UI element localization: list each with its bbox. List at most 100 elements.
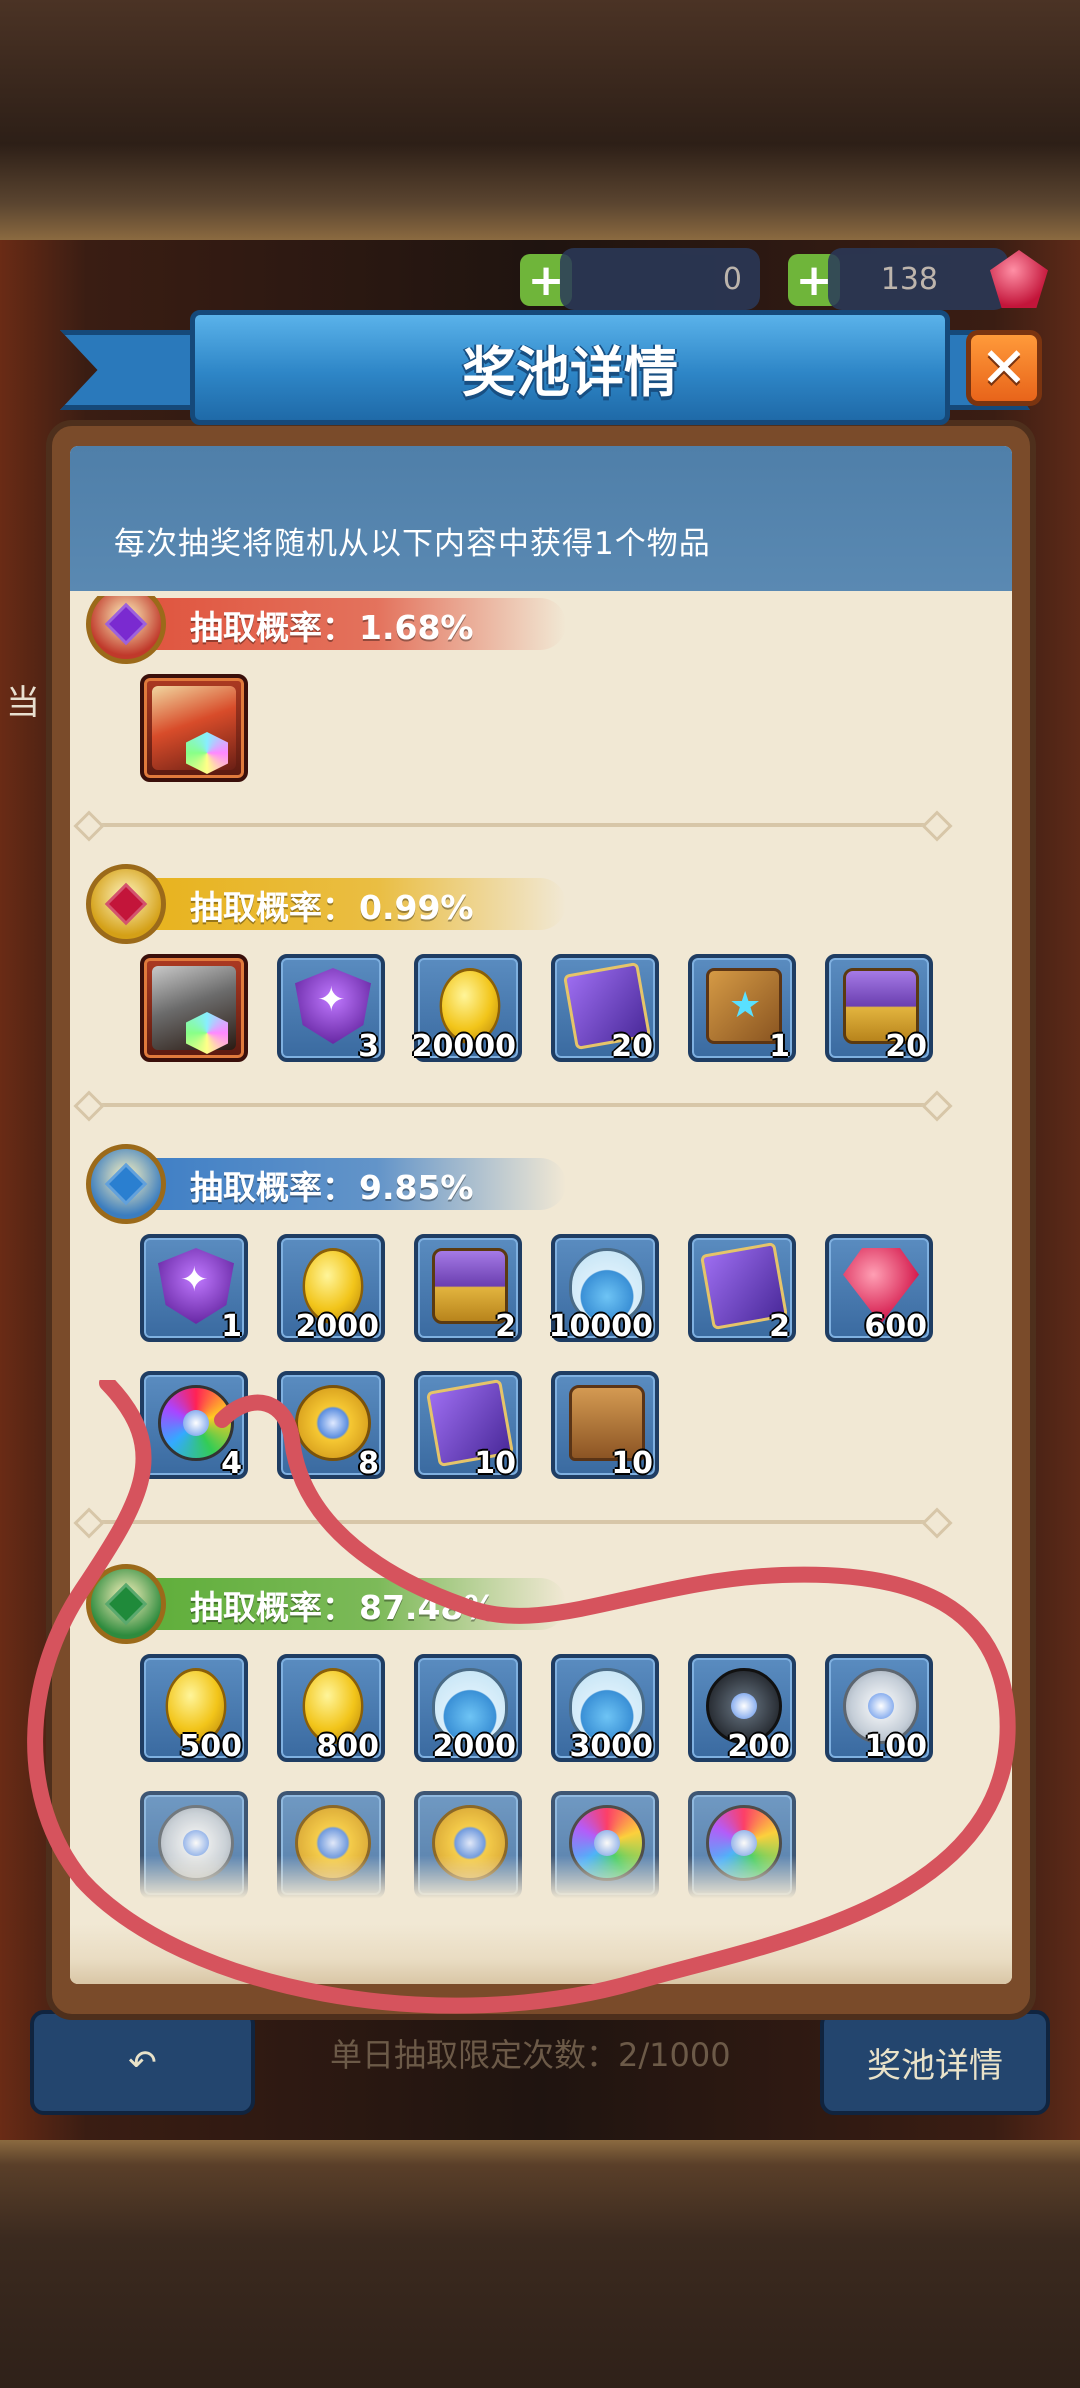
reward-tier-3: 抽取概率：9.85% 1 2000 2 10000 2 600 4 8 10 10 xyxy=(70,1144,1012,1564)
currency-2-value: 138 xyxy=(880,261,938,297)
hero-rarity-icon xyxy=(186,1012,228,1054)
reward-item[interactable]: 2 xyxy=(414,1234,522,1344)
item-quantity: 10 xyxy=(474,1446,516,1481)
item-quantity: 4 xyxy=(221,1446,242,1481)
reward-item[interactable]: 800 xyxy=(277,1654,385,1764)
hero-rarity-icon xyxy=(186,732,228,774)
back-button[interactable]: ↶ xyxy=(30,2010,255,2115)
reward-item[interactable]: 200 xyxy=(688,1654,796,1764)
pool-detail-button[interactable]: 奖池详情 xyxy=(820,2010,1050,2115)
item-quantity: 10 xyxy=(611,1446,653,1481)
top-frame xyxy=(0,0,1080,240)
tier-divider xyxy=(88,823,938,827)
item-quantity: 500 xyxy=(179,1729,242,1764)
tier-badge-icon xyxy=(86,1564,166,1644)
tier-header: 抽取概率： 9.85% xyxy=(86,1144,686,1224)
reward-item[interactable]: 1 xyxy=(140,1234,248,1344)
tier-rate-label: 抽取概率： 1.68% xyxy=(190,601,474,649)
rate-value: 0.99% xyxy=(359,888,474,927)
rate-value: 87.48% xyxy=(359,1588,497,1627)
hero-icon xyxy=(152,966,236,1054)
reward-item[interactable]: 10000 xyxy=(548,1234,659,1344)
rate-prefix: 抽取概率： xyxy=(190,1168,355,1207)
item-quantity: 3000 xyxy=(569,1729,654,1764)
currency-1-value: 0 xyxy=(722,261,742,297)
rate-prefix: 抽取概率： xyxy=(190,1588,355,1627)
dialog-content: 每次抽奖将随机从以下内容中获得1个物品 抽取概率： 1.68% 抽取概率： 0.99%… xyxy=(70,446,1012,1984)
tier-divider xyxy=(88,1103,938,1107)
reward-item[interactable] xyxy=(140,1791,248,1899)
tier-rate-label: 抽取概率： 0.99% xyxy=(190,881,474,929)
tier-gem-icon xyxy=(104,1162,148,1206)
tier-badge-icon xyxy=(86,596,166,664)
item-quantity: 800 xyxy=(316,1729,379,1764)
reward-item[interactable]: 3000 xyxy=(551,1654,659,1764)
side-text: 当 xyxy=(6,683,40,723)
close-icon: ✕ xyxy=(980,335,1028,401)
reward-item[interactable]: 20 xyxy=(551,954,659,1064)
rate-prefix: 抽取概率： xyxy=(190,888,355,927)
hero-icon xyxy=(152,686,236,774)
pool-detail-label: 奖池详情 xyxy=(867,2046,1003,2086)
reward-item[interactable]: 20000 xyxy=(411,954,522,1064)
item-quantity: 1 xyxy=(769,1029,790,1064)
tier-gem-icon xyxy=(104,882,148,926)
reward-item[interactable]: 600 xyxy=(825,1234,933,1344)
gold-orb-icon xyxy=(295,1805,371,1881)
reward-item[interactable]: 3 xyxy=(277,954,385,1064)
item-quantity: 200 xyxy=(727,1729,790,1764)
reward-item[interactable]: 2000 xyxy=(277,1234,385,1344)
tier-rate-label: 抽取概率： 9.85% xyxy=(190,1161,474,1209)
silver-orb-icon xyxy=(158,1805,234,1881)
rate-prefix: 抽取概率： xyxy=(190,608,355,647)
item-quantity: 2000 xyxy=(432,1729,517,1764)
reward-item[interactable]: 20 xyxy=(825,954,933,1064)
bottom-frame xyxy=(0,2140,1080,2388)
reward-item[interactable] xyxy=(414,1791,522,1899)
tier-gem-icon xyxy=(104,1582,148,1626)
item-quantity: 3 xyxy=(358,1029,379,1064)
item-quantity: 2000 xyxy=(295,1309,380,1344)
info-bar: 每次抽奖将随机从以下内容中获得1个物品 xyxy=(70,446,1012,591)
item-quantity: 20 xyxy=(885,1029,927,1064)
item-quantity: 20000 xyxy=(411,1029,516,1064)
rate-value: 1.68% xyxy=(359,608,474,647)
parchment-edge xyxy=(70,1924,1012,1984)
tier-divider xyxy=(88,1520,938,1524)
tier-header: 抽取概率： 1.68% xyxy=(86,596,686,664)
close-button[interactable]: ✕ xyxy=(966,330,1042,406)
tier-badge-icon xyxy=(86,1144,166,1224)
tier-gem-icon xyxy=(104,602,148,646)
gold-orb-icon xyxy=(432,1805,508,1881)
tier-header: 抽取概率： 87.48% xyxy=(86,1564,686,1644)
reward-item[interactable]: 10 xyxy=(414,1371,522,1481)
daily-limit-text: 单日抽取限定次数：2/1000 xyxy=(330,2036,731,2074)
item-quantity: 600 xyxy=(864,1309,927,1344)
reward-list[interactable]: 抽取概率：1.68%抽取概率：0.99%32000020120抽取概率：9.85… xyxy=(70,596,1012,1944)
dialog-title: 奖池详情 xyxy=(462,341,678,404)
reward-item[interactable] xyxy=(277,1791,385,1899)
reward-item[interactable]: 1 xyxy=(688,954,796,1064)
reward-item[interactable] xyxy=(140,674,248,782)
reward-item[interactable] xyxy=(688,1791,796,1899)
item-quantity: 10000 xyxy=(548,1309,653,1344)
prize-pool-dialog: 每次抽奖将随机从以下内容中获得1个物品 抽取概率： 1.68% 抽取概率： 0.99%… xyxy=(46,420,1036,2020)
reward-item[interactable] xyxy=(140,954,248,1062)
reward-item[interactable]: 100 xyxy=(825,1654,933,1764)
item-quantity: 1 xyxy=(221,1309,242,1344)
rainbow-orb-icon xyxy=(569,1805,645,1881)
item-quantity: 2 xyxy=(769,1309,790,1344)
reward-item[interactable]: 4 xyxy=(140,1371,248,1481)
title-banner: 奖池详情 xyxy=(40,300,1030,435)
reward-item[interactable]: 2 xyxy=(688,1234,796,1344)
item-quantity: 2 xyxy=(495,1309,516,1344)
reward-item[interactable]: 8 xyxy=(277,1371,385,1481)
rainbow-orb-icon xyxy=(706,1805,782,1881)
description-text: 每次抽奖将随机从以下内容中获得1个物品 xyxy=(114,526,711,562)
reward-item[interactable]: 500 xyxy=(140,1654,248,1764)
reward-item[interactable] xyxy=(551,1791,659,1899)
reward-item[interactable]: 10 xyxy=(551,1371,659,1481)
item-quantity: 100 xyxy=(864,1729,927,1764)
reward-item[interactable]: 2000 xyxy=(414,1654,522,1764)
tier-header: 抽取概率： 0.99% xyxy=(86,864,686,944)
